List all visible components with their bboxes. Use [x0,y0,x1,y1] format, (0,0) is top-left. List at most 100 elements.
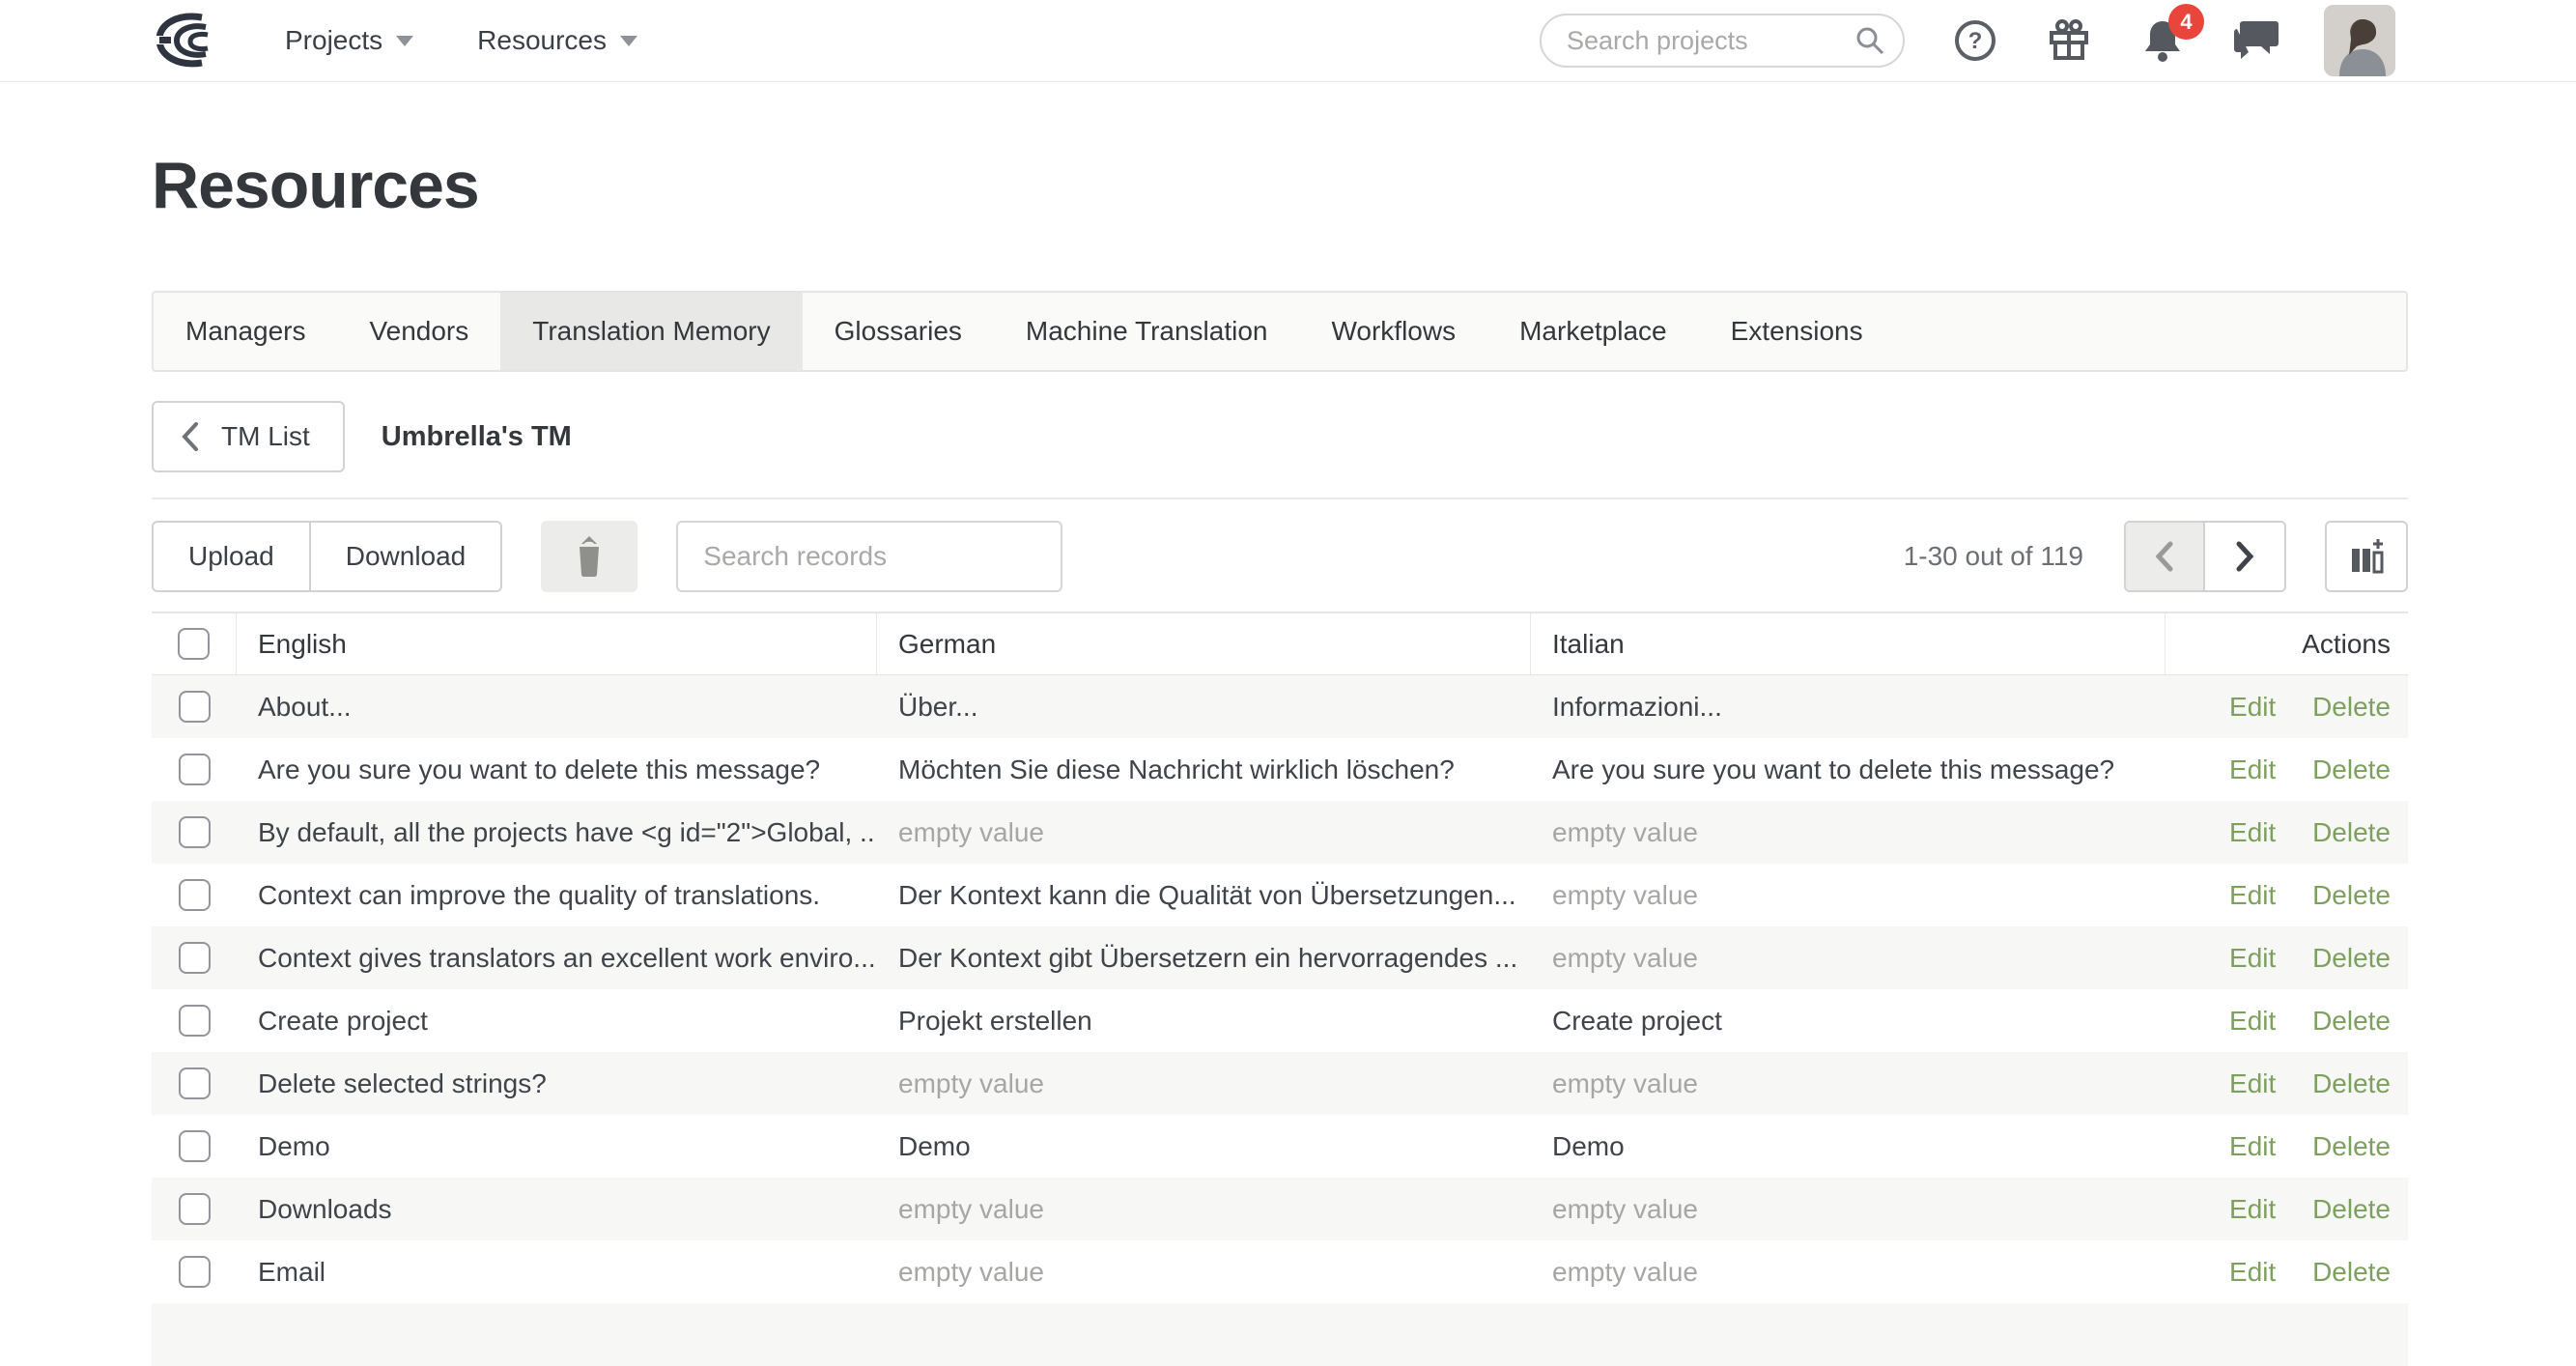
table-row: Delete selected strings? empty value emp… [152,1052,2408,1115]
german-cell: Der Kontext gibt Übersetzern ein hervorr… [877,943,1531,974]
delete-link[interactable]: Delete [2312,692,2391,722]
row-actions-cell: Edit Delete [2166,692,2408,723]
row-checkbox[interactable] [179,691,211,723]
previous-page-button[interactable] [2126,523,2205,590]
delete-link[interactable]: Delete [2312,817,2391,847]
delete-link[interactable]: Delete [2312,880,2391,910]
tm-list-back-button[interactable]: TM List [152,401,345,472]
edit-link[interactable]: Edit [2229,1194,2276,1224]
english-cell: Email [237,1257,877,1288]
edit-link[interactable]: Edit [2229,1006,2276,1036]
column-header-italian: Italian [1531,613,2166,674]
row-checkbox-cell [152,942,237,974]
tm-toolbar: Upload Download 1-30 out of 119 [152,521,2408,592]
tab-machine-translation[interactable]: Machine Translation [994,293,1300,370]
delete-link[interactable]: Delete [2312,1006,2391,1036]
projects-search-input[interactable] [1565,25,1854,57]
column-header-german: German [877,613,1531,674]
row-actions-cell: Edit Delete [2166,817,2408,848]
row-actions-cell: Edit Delete [2166,880,2408,911]
select-all-checkbox[interactable] [178,628,210,660]
delete-link[interactable]: Delete [2312,1257,2391,1287]
tab-workflows[interactable]: Workflows [1299,293,1487,370]
gift-icon [2046,17,2092,64]
notifications-button[interactable]: 4 [2140,17,2185,64]
records-search-input[interactable] [676,521,1062,592]
delete-link[interactable]: Delete [2312,943,2391,973]
resources-menu[interactable]: Resources [477,25,637,56]
edit-link[interactable]: Edit [2229,692,2276,722]
german-cell: empty value [877,817,1531,848]
next-page-button[interactable] [2205,523,2284,590]
italian-cell: Demo [1531,1131,2166,1162]
delete-link[interactable]: Delete [2312,1068,2391,1098]
edit-link[interactable]: Edit [2229,1068,2276,1098]
table-row: Context gives translators an excellent w… [152,926,2408,989]
german-cell: Der Kontext kann die Qualität von Überse… [877,880,1531,911]
row-checkbox[interactable] [179,754,211,785]
german-cell: Möchten Sie diese Nachricht wirklich lös… [877,754,1531,785]
italian-cell: Informazioni... [1531,692,2166,723]
row-checkbox-cell [152,691,237,723]
gift-button[interactable] [2046,17,2092,64]
row-checkbox[interactable] [179,1193,211,1225]
italian-cell: Create project [1531,1006,2166,1037]
tab-marketplace[interactable]: Marketplace [1487,293,1699,370]
edit-link[interactable]: Edit [2229,943,2276,973]
upload-download-group: Upload Download [152,521,502,592]
table-row: Are you sure you want to delete this mes… [152,738,2408,801]
chevron-right-icon [2234,540,2255,573]
upload-button[interactable]: Upload [152,521,311,592]
italian-cell: empty value [1531,943,2166,974]
messages-button[interactable] [2233,19,2279,62]
download-button[interactable]: Download [311,521,503,592]
tm-records-table: English German Italian Actions About... … [152,612,2408,1366]
row-checkbox[interactable] [179,1256,211,1288]
german-cell: Projekt erstellen [877,1006,1531,1037]
tab-translation-memory[interactable]: Translation Memory [500,293,802,370]
resources-tab-bar: ManagersVendorsTranslation MemoryGlossar… [152,291,2408,372]
pagination-range-text: 1-30 out of 119 [1904,541,2083,572]
table-row: By default, all the projects have <g id=… [152,801,2408,864]
edit-link[interactable]: Edit [2229,817,2276,847]
back-button-label: TM List [221,421,310,452]
tab-glossaries[interactable]: Glossaries [803,293,994,370]
tab-managers[interactable]: Managers [154,293,338,370]
chevron-left-icon [181,421,200,452]
page-title: Resources [152,148,2408,223]
row-checkbox[interactable] [179,1130,211,1162]
table-row: About... Über... Informazioni... Edit De… [152,675,2408,738]
delete-selected-button[interactable] [541,521,637,592]
chat-icon [2233,19,2279,62]
projects-menu[interactable]: Projects [285,25,413,56]
edit-link[interactable]: Edit [2229,880,2276,910]
row-checkbox[interactable] [179,879,211,911]
help-icon: ? [1953,18,1997,63]
edit-link[interactable]: Edit [2229,1131,2276,1161]
columns-settings-button[interactable] [2325,521,2408,592]
delete-link[interactable]: Delete [2312,1131,2391,1161]
row-checkbox[interactable] [179,1067,211,1099]
german-cell: Demo [877,1131,1531,1162]
italian-cell: empty value [1531,1257,2166,1288]
row-checkbox[interactable] [179,942,211,974]
columns-plus-icon [2347,537,2386,576]
english-cell: Context can improve the quality of trans… [237,880,877,911]
tab-vendors[interactable]: Vendors [338,293,501,370]
row-checkbox[interactable] [179,816,211,848]
table-row: Email empty value empty value Edit Delet… [152,1240,2408,1303]
delete-link[interactable]: Delete [2312,754,2391,784]
row-checkbox[interactable] [179,1005,211,1037]
select-all-cell [152,613,237,674]
edit-link[interactable]: Edit [2229,754,2276,784]
help-button[interactable]: ? [1953,18,1997,63]
row-checkbox-cell [152,1193,237,1225]
tab-extensions[interactable]: Extensions [1699,293,1895,370]
app-logo-icon[interactable] [152,12,231,70]
user-avatar[interactable] [2324,5,2395,76]
edit-link[interactable]: Edit [2229,1257,2276,1287]
table-body: About... Über... Informazioni... Edit De… [152,675,2408,1303]
delete-link[interactable]: Delete [2312,1194,2391,1224]
german-cell: empty value [877,1068,1531,1099]
english-cell: Demo [237,1131,877,1162]
